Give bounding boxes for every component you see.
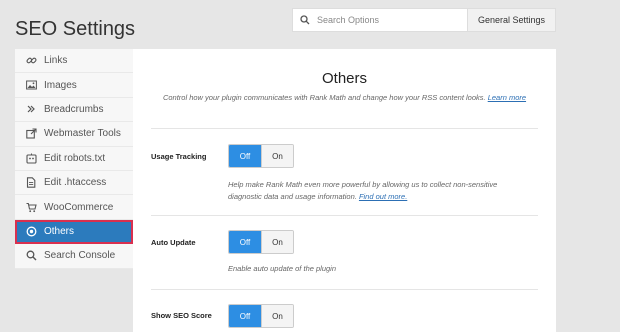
sidebar-item-breadcrumbs[interactable]: Breadcrumbs <box>15 97 133 123</box>
section-description-text: Control how your plugin communicates wit… <box>162 93 486 102</box>
sidebar-item-woocommerce[interactable]: WooCommerce <box>15 195 133 220</box>
auto-update-off-button[interactable]: Off <box>229 231 261 253</box>
auto-update-on-button[interactable]: On <box>261 231 293 253</box>
sidebar-item-label: Links <box>44 55 68 67</box>
divider <box>151 289 538 290</box>
sidebar-item-label: Images <box>44 79 77 91</box>
auto-update-toggle: Off On <box>228 230 294 254</box>
sidebar-item-images[interactable]: Images <box>15 73 133 98</box>
settings-sidebar: Links Images Breadcrumbs Webmaster Tools… <box>15 49 133 269</box>
circle-dot-icon <box>25 225 37 237</box>
show-seo-score-label: Show SEO Score <box>151 311 212 320</box>
sidebar-item-label: Breadcrumbs <box>44 103 104 115</box>
settings-scope-select[interactable]: General Settings <box>467 9 555 31</box>
usage-tracking-off-button[interactable]: Off <box>229 145 261 167</box>
external-link-icon <box>25 128 37 140</box>
show-seo-score-on-button[interactable]: On <box>261 305 293 327</box>
image-icon <box>25 79 37 91</box>
chevrons-right-icon <box>25 103 37 115</box>
page-title: SEO Settings <box>15 18 136 40</box>
section-title: Others <box>321 70 367 87</box>
sidebar-item-search-console[interactable]: Search Console <box>15 244 133 269</box>
section-description: Control how your plugin communicates wit… <box>155 92 534 103</box>
sidebar-item-label: Edit .htaccess <box>44 177 107 189</box>
auto-update-label: Auto Update <box>151 238 196 247</box>
show-seo-score-toggle: Off On <box>228 304 294 328</box>
sidebar-item-edit-htaccess[interactable]: Edit .htaccess <box>15 170 133 196</box>
link-icon <box>25 55 37 67</box>
sidebar-item-label: Edit robots.txt <box>44 152 106 164</box>
divider <box>151 128 538 129</box>
sidebar-item-label: Webmaster Tools <box>44 128 121 140</box>
search-icon <box>293 15 317 25</box>
sidebar-item-others[interactable]: Others <box>15 219 133 245</box>
usage-tracking-label: Usage Tracking <box>151 152 207 161</box>
usage-tracking-on-button[interactable]: On <box>261 145 293 167</box>
sidebar-item-label: Search Console <box>44 250 116 262</box>
file-icon <box>25 177 37 189</box>
search-bar: General Settings <box>292 8 556 32</box>
auto-update-help: Enable auto update of the plugin <box>228 264 337 273</box>
sidebar-item-label: WooCommerce <box>44 201 114 213</box>
learn-more-link[interactable]: Learn more <box>488 93 526 102</box>
search-icon <box>25 250 37 262</box>
divider <box>151 215 538 216</box>
search-input[interactable] <box>317 15 467 25</box>
find-out-more-link[interactable]: Find out more. <box>359 192 407 201</box>
usage-tracking-toggle: Off On <box>228 144 294 168</box>
sidebar-item-edit-robots[interactable]: Edit robots.txt <box>15 146 133 171</box>
sidebar-item-links[interactable]: Links <box>15 49 133 74</box>
sidebar-item-label: Others <box>44 225 75 237</box>
settings-panel: Others Control how your plugin communica… <box>133 49 556 332</box>
sidebar-item-webmaster-tools[interactable]: Webmaster Tools <box>15 122 133 147</box>
cart-icon <box>25 201 37 213</box>
show-seo-score-off-button[interactable]: Off <box>229 305 261 327</box>
robot-icon <box>25 152 37 164</box>
usage-tracking-help: Help make Rank Math even more powerful b… <box>228 179 528 202</box>
